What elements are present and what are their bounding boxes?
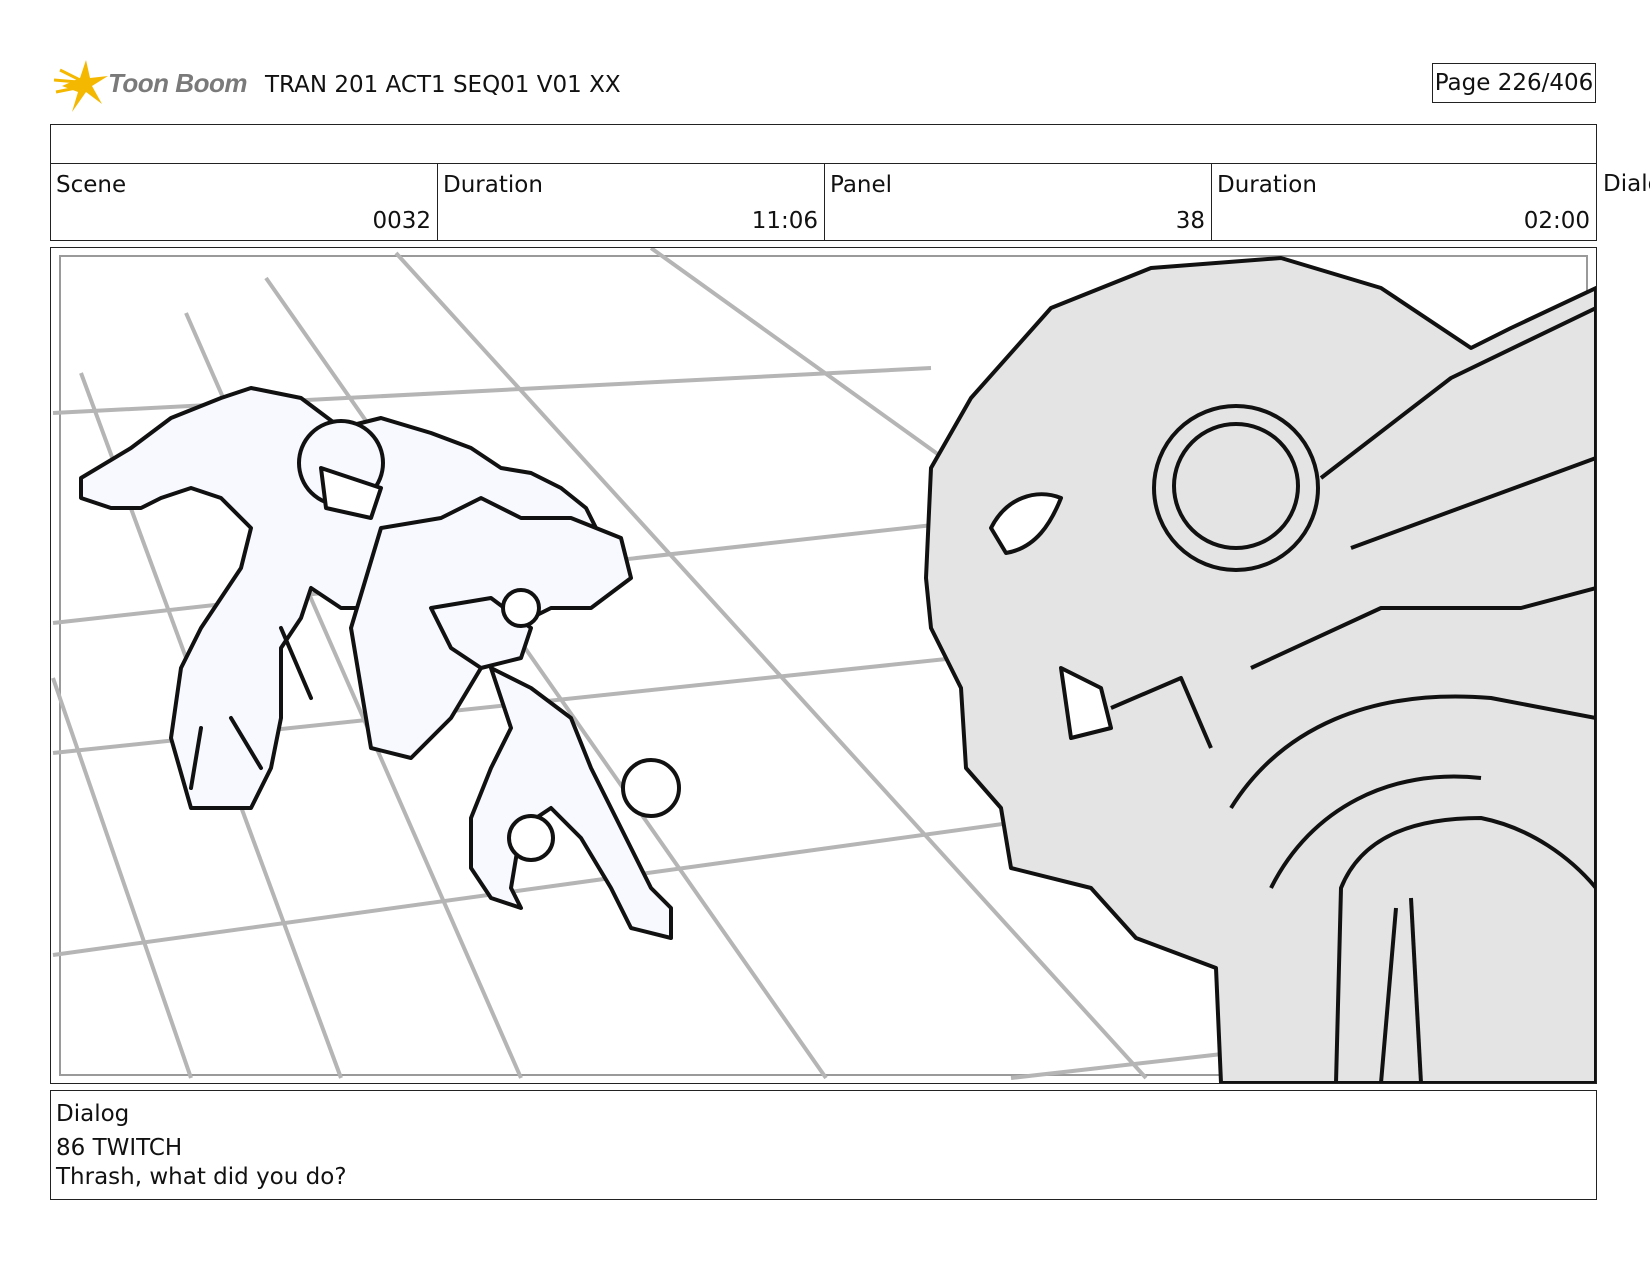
panel-cell: Panel 38 <box>824 163 1212 241</box>
dialog-box: Dialog 86 TWITCH Thrash, what did you do… <box>50 1090 1597 1200</box>
scene-duration-value: 11:06 <box>751 208 818 234</box>
logo-text: Toon Boom <box>108 68 247 98</box>
dialog-line: Thrash, what did you do? <box>56 1164 347 1190</box>
panel-value: 38 <box>1175 208 1205 234</box>
panel-duration-cell: Duration 02:00 <box>1211 163 1597 241</box>
dialog-label: Dialog <box>56 1101 130 1127</box>
toon-boom-logo: Toon Boom <box>52 56 252 116</box>
blank-header-row <box>50 124 1597 164</box>
storyboard-sketch-image <box>51 248 1596 1083</box>
scene-label: Scene <box>56 172 127 198</box>
star-logo-icon <box>53 60 108 112</box>
panel-duration-value: 02:00 <box>1523 208 1590 234</box>
page-number: Page 226/406 <box>1432 63 1596 103</box>
storyboard-panel <box>50 247 1597 1084</box>
scene-cell: Scene 0032 <box>50 163 438 241</box>
scene-duration-cell: Duration 11:06 <box>437 163 825 241</box>
panel-duration-label: Duration <box>1217 172 1317 198</box>
dialog-column-label-clipped: Dialo <box>1603 171 1650 197</box>
scene-duration-label: Duration <box>443 172 543 198</box>
scene-value: 0032 <box>372 208 431 234</box>
panel-label: Panel <box>830 172 893 198</box>
document-title: TRAN 201 ACT1 SEQ01 V01 XX <box>265 72 621 98</box>
dialog-character: 86 TWITCH <box>56 1135 183 1161</box>
